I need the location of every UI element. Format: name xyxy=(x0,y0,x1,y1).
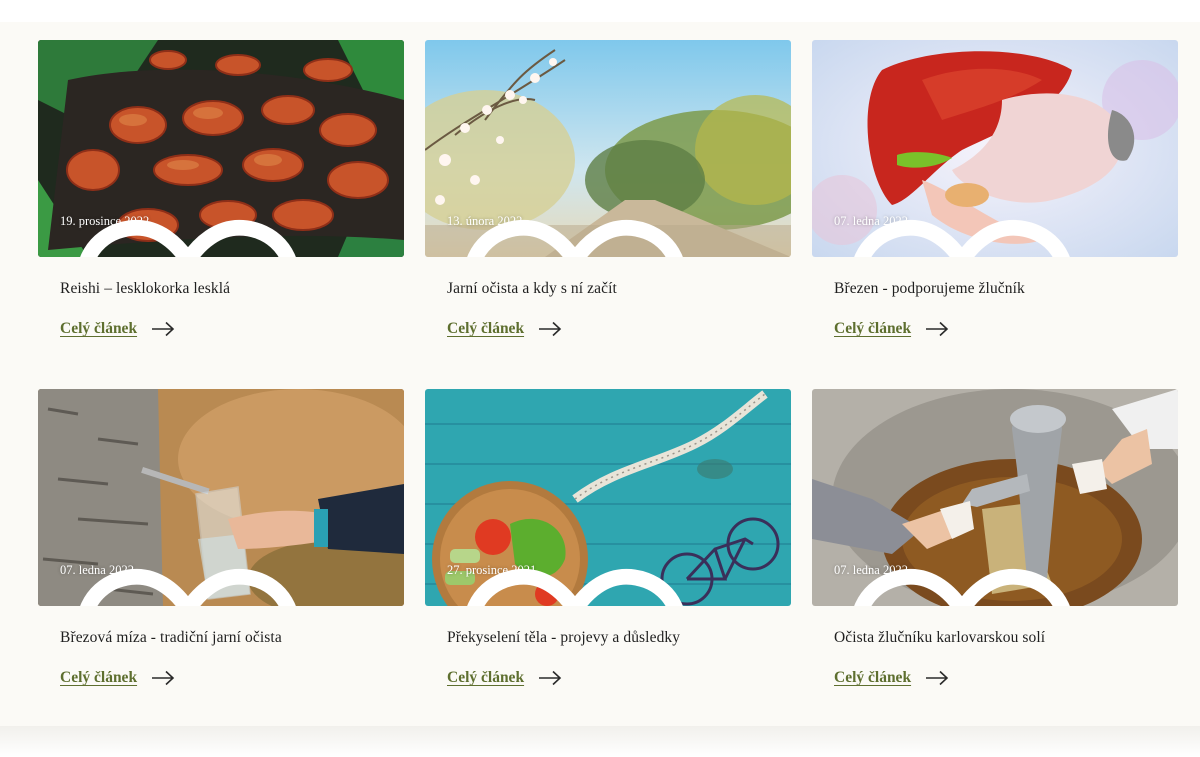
arrow-right-icon[interactable] xyxy=(151,670,175,686)
read-more-label[interactable]: Celý článek xyxy=(834,320,911,338)
article-card: 19. prosince 2022 Reishi – lesklokorka l… xyxy=(38,40,404,389)
read-more-link[interactable]: Celý článek xyxy=(60,320,175,338)
read-more-label[interactable]: Celý článek xyxy=(447,320,524,338)
arrow-right-icon[interactable] xyxy=(151,321,175,337)
article-card: 27. prosince 2021 Překyselení těla - pro… xyxy=(425,389,791,738)
article-title[interactable]: Březová míza - tradiční jarní očista xyxy=(60,629,282,647)
article-title[interactable]: Březen - podporujeme žlučník xyxy=(834,280,1025,298)
read-more-link[interactable]: Celý článek xyxy=(447,320,562,338)
read-more-label[interactable]: Celý článek xyxy=(60,320,137,338)
heart-outline-icon[interactable] xyxy=(425,562,758,606)
article-title[interactable]: Jarní očista a kdy s ní začít xyxy=(447,280,617,298)
article-image-acidity[interactable]: 27. prosince 2021 xyxy=(425,389,791,606)
article-title[interactable]: Překyselení těla - projevy a důsledky xyxy=(447,629,680,647)
article-title[interactable]: Reishi – lesklokorka lesklá xyxy=(60,280,230,298)
article-image-spring[interactable]: 13. února 2022 xyxy=(425,40,791,257)
article-card: 07. ledna 2022 Očista žlučníku karlovars… xyxy=(812,389,1178,738)
read-more-label[interactable]: Celý článek xyxy=(60,669,137,687)
arrow-right-icon[interactable] xyxy=(925,670,949,686)
read-more-label[interactable]: Celý článek xyxy=(447,669,524,687)
arrow-right-icon[interactable] xyxy=(538,670,562,686)
article-grid: 19. prosince 2022 Reishi – lesklokorka l… xyxy=(38,40,1178,738)
article-image-liver[interactable]: 07. ledna 2022 xyxy=(812,40,1178,257)
heart-outline-icon[interactable] xyxy=(812,562,1145,606)
read-more-link[interactable]: Celý článek xyxy=(834,669,949,687)
article-image-birch[interactable]: 07. ledna 2022 xyxy=(38,389,404,606)
article-card: 07. ledna 2022 Březen - podporujeme žluč… xyxy=(812,40,1178,389)
read-more-label[interactable]: Celý článek xyxy=(834,669,911,687)
article-image-reishi[interactable]: 19. prosince 2022 xyxy=(38,40,404,257)
heart-outline-icon[interactable] xyxy=(812,213,1145,257)
heart-outline-icon[interactable] xyxy=(425,213,758,257)
arrow-right-icon[interactable] xyxy=(538,321,562,337)
article-image-karlovy-vary[interactable]: 07. ledna 2022 xyxy=(812,389,1178,606)
read-more-link[interactable]: Celý článek xyxy=(60,669,175,687)
article-card: 13. února 2022 Jarní očista a kdy s ní z… xyxy=(425,40,791,389)
read-more-link[interactable]: Celý článek xyxy=(447,669,562,687)
article-title[interactable]: Očista žlučníku karlovarskou solí xyxy=(834,629,1045,647)
arrow-right-icon[interactable] xyxy=(925,321,949,337)
heart-outline-icon[interactable] xyxy=(38,562,371,606)
article-card: 07. ledna 2022 Březová míza - tradiční j… xyxy=(38,389,404,738)
heart-outline-icon[interactable] xyxy=(38,213,371,257)
read-more-link[interactable]: Celý článek xyxy=(834,320,949,338)
